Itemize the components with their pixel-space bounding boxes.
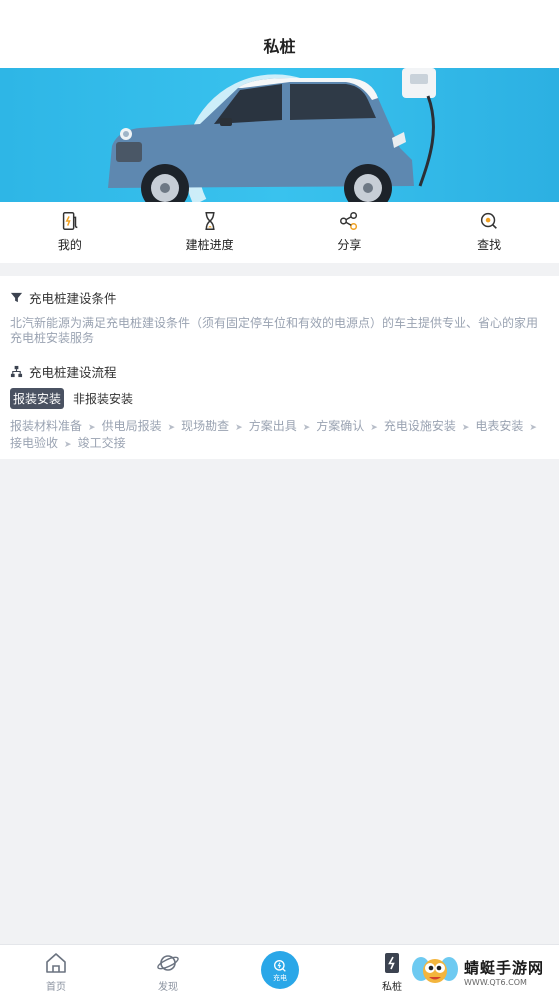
charge-icon [274,959,286,972]
tab-label: 私桩 [382,982,402,993]
watermark-name: 蜻蜓手游网 [464,959,545,977]
process-step: 方案确认 [316,419,365,433]
process-step: 充电设施安装 [383,419,456,433]
process-heading: 充电桩建设流程 [10,362,117,381]
tab-home[interactable]: 首页 [0,945,112,993]
quicknav-label: 查找 [477,238,502,252]
quicknav-item-find[interactable]: 查找 [419,202,559,263]
process-step: 电表安装 [475,419,524,433]
process-steps: 报装材料准备 ➤ 供电局报装 ➤ 现场勘查 ➤ 方案出具 ➤ 方案确认 ➤ 充电设施安装 ➤ 电表安装 ➤… [10,419,550,453]
charge-button[interactable]: 充电 [261,951,299,989]
process-step: 现场勘查 [181,419,230,433]
filter-icon [10,292,23,303]
watermark: 蜻蜓手游网 WWW.QT6.COM [412,952,557,992]
process-step: 方案出具 [248,419,297,433]
org-chart-icon [10,365,23,378]
chevron-right-icon: ➤ [64,440,72,450]
info-panel: 充电桩建设条件 北汽新能源为满足充电桩建设条件（须有固定停车位和有效的电源点）的… [0,276,559,459]
page-title: 私桩 [263,37,296,56]
process-step: 报装材料准备 [10,419,83,433]
charger-icon [62,212,78,230]
chevron-right-icon: ➤ [235,423,243,433]
private-pile-icon [385,953,399,973]
chevron-right-icon: ➤ [302,423,311,433]
conditions-description: 北汽新能源为满足充电桩建设条件（须有固定停车位和有效的电源点）的车主提供专业、省… [10,316,539,345]
quicknav-item-mine[interactable]: 我的 [0,202,140,263]
process-step: 供电局报装 [101,419,162,433]
quicknav-label: 建桩进度 [185,238,234,252]
electric-car-illustration [108,68,436,202]
charge-label: 充电 [273,973,287,982]
conditions-heading: 充电桩建设条件 [10,288,117,307]
search-icon [481,212,498,229]
conditions-title: 充电桩建设条件 [29,291,117,306]
chevron-right-icon: ➤ [529,423,537,433]
dragonfly-logo-icon [412,957,458,983]
process-step: 竣工交接 [77,436,126,450]
quick-nav: 我的 建桩进度 分享 查找 [0,202,559,263]
quicknav-label: 分享 [337,238,362,252]
share-icon [340,212,358,230]
tab-label: 首页 [46,982,66,993]
chevron-right-icon: ➤ [461,423,470,433]
tab-discover[interactable]: 发现 [112,945,224,993]
tab-charge[interactable]: 充电 [224,945,336,993]
tab-reported-install[interactable]: 报装安装 [10,388,65,409]
quicknav-item-share[interactable]: 分享 [280,202,420,263]
process-step: 接电验收 [10,436,59,450]
chevron-right-icon: ➤ [167,423,176,433]
install-type-tabs: 报装安装 非报装安装 [10,388,136,409]
chevron-right-icon: ➤ [370,423,378,433]
quicknav-item-progress[interactable]: 建桩进度 [140,202,280,263]
home-icon [46,953,66,973]
hourglass-icon [205,212,215,230]
tab-label: 发现 [158,982,178,993]
quicknav-label: 我的 [57,238,82,252]
banner-image[interactable] [0,68,559,202]
process-title: 充电桩建设流程 [29,365,117,380]
tab-unreported-install[interactable]: 非报装安装 [70,388,136,409]
header: 私桩 [0,0,559,68]
chevron-right-icon: ➤ [88,423,96,433]
planet-icon [157,955,179,971]
watermark-url: WWW.QT6.COM [464,978,527,987]
